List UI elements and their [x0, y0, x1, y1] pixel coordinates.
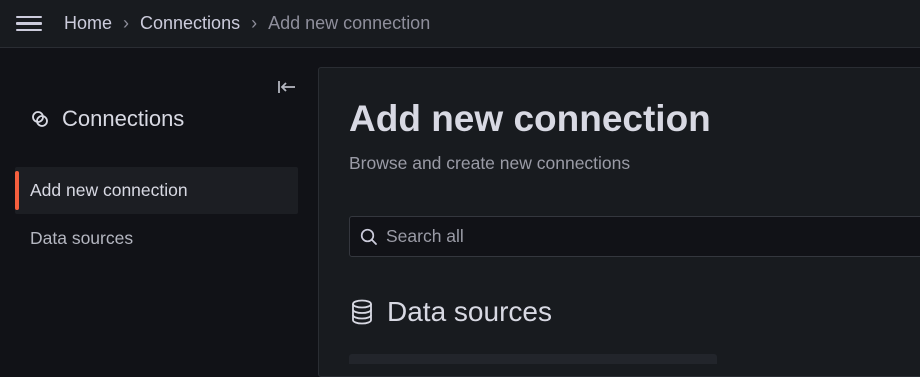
sidebar-item-label: Data sources [30, 228, 134, 248]
page-title: Add new connection [349, 98, 711, 139]
breadcrumb-current-page: Add new connection [268, 13, 431, 33]
sidebar-item-label: Add new connection [30, 180, 188, 200]
search-icon [360, 228, 377, 245]
menu-toggle-button[interactable] [16, 10, 44, 38]
breadcrumb-separator: › [251, 13, 258, 33]
page-subtitle: Browse and create new connections [349, 153, 631, 173]
connections-icon [32, 111, 48, 127]
hamburger-icon-line [16, 22, 42, 25]
main-content-panel: Add new connection Browse and create new… [318, 67, 920, 377]
breadcrumb-separator: › [123, 13, 130, 33]
section-header-data-sources: Data sources [351, 296, 552, 328]
search-input[interactable] [386, 226, 886, 247]
breadcrumb-connections-link[interactable]: Connections [140, 13, 240, 34]
search-field[interactable] [349, 216, 920, 257]
collapse-sidebar-button[interactable] [276, 76, 298, 98]
database-icon [352, 299, 372, 325]
data-source-card[interactable] [349, 354, 717, 364]
breadcrumb-home-link[interactable]: Home [64, 13, 112, 34]
top-navbar: Home › Connections › Add new connection [0, 0, 920, 48]
section-title: Data sources [387, 296, 552, 327]
sidebar-item-add-new-connection[interactable]: Add new connection [15, 167, 298, 214]
sidebar-title-label: Connections [62, 106, 185, 131]
sidebar: Connections Add new connection Data sour… [0, 48, 310, 360]
hamburger-icon-line [16, 15, 42, 19]
collapse-left-icon [278, 81, 295, 93]
hamburger-icon-line [16, 28, 42, 32]
sidebar-item-data-sources[interactable]: Data sources [15, 215, 298, 262]
sidebar-title: Connections [30, 106, 184, 132]
breadcrumb: Home › Connections › Add new connection [64, 13, 430, 34]
